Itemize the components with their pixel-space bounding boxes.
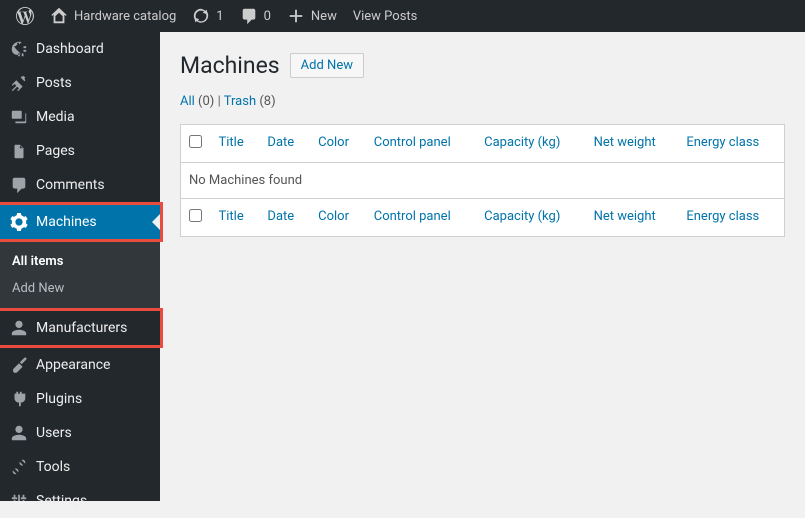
col-net-weight[interactable]: Net weight: [586, 199, 679, 237]
menu-label: Machines: [36, 214, 97, 230]
highlight-machines: Machines: [0, 202, 163, 242]
col-date[interactable]: Date: [259, 125, 310, 163]
menu-dashboard[interactable]: Dashboard: [0, 32, 160, 66]
new-link[interactable]: New: [279, 7, 345, 25]
menu-label: Pages: [36, 143, 75, 159]
comment-icon: [240, 7, 258, 25]
site-name-link[interactable]: Hardware catalog: [42, 7, 184, 25]
col-color[interactable]: Color: [310, 125, 366, 163]
comments-count: 0: [264, 9, 271, 24]
select-all-bottom[interactable]: [189, 209, 202, 222]
filter-all[interactable]: All: [180, 94, 195, 109]
new-label: New: [311, 9, 337, 24]
comments-link[interactable]: 0: [232, 7, 279, 25]
updates-link[interactable]: 1: [184, 7, 231, 25]
wrench-icon: [10, 458, 28, 476]
view-posts-label: View Posts: [353, 9, 418, 24]
wordpress-icon: [16, 7, 34, 25]
add-new-button[interactable]: Add New: [290, 53, 364, 78]
menu-posts[interactable]: Posts: [0, 66, 160, 100]
col-color[interactable]: Color: [310, 199, 366, 237]
dashboard-icon: [10, 40, 28, 58]
home-icon: [50, 7, 68, 25]
col-title[interactable]: Title: [211, 199, 260, 237]
view-posts-link[interactable]: View Posts: [345, 9, 426, 24]
no-items-text: No Machines found: [181, 163, 785, 199]
person-icon: [10, 319, 28, 337]
brush-icon: [10, 356, 28, 374]
filter-all-count: (0): [198, 94, 214, 109]
comment-icon: [10, 176, 28, 194]
updates-count: 1: [216, 9, 223, 24]
col-net-weight[interactable]: Net weight: [586, 125, 679, 163]
menu-manufacturers[interactable]: Manufacturers: [0, 311, 160, 345]
menu-media[interactable]: Media: [0, 100, 160, 134]
select-all-top[interactable]: [189, 135, 202, 148]
update-icon: [192, 7, 210, 25]
filter-trash[interactable]: Trash: [224, 94, 256, 109]
site-name-text: Hardware catalog: [74, 9, 176, 24]
menu-label: Plugins: [36, 391, 82, 407]
page-title: Machines: [180, 52, 280, 79]
menu-label: Settings: [36, 493, 87, 509]
col-control-panel[interactable]: Control panel: [366, 199, 476, 237]
menu-label: Media: [36, 109, 75, 125]
menu-appearance[interactable]: Appearance: [0, 348, 160, 382]
menu-label: Appearance: [36, 357, 110, 373]
list-filters: All (0) | Trash (8): [180, 94, 785, 109]
plus-icon: [287, 7, 305, 25]
submenu-all-items[interactable]: All items: [0, 248, 160, 275]
menu-label: Comments: [36, 177, 105, 193]
main-content: Machines Add New All (0) | Trash (8) Tit…: [160, 32, 805, 501]
menu-settings[interactable]: Settings: [0, 484, 160, 518]
col-control-panel[interactable]: Control panel: [366, 125, 476, 163]
col-checkbox: [181, 125, 211, 163]
users-icon: [10, 424, 28, 442]
submenu-add-new[interactable]: Add New: [0, 275, 160, 302]
media-icon: [10, 108, 28, 126]
col-checkbox: [181, 199, 211, 237]
plugin-icon: [10, 390, 28, 408]
col-energy-class[interactable]: Energy class: [678, 125, 784, 163]
menu-label: Manufacturers: [36, 320, 127, 336]
no-items-row: No Machines found: [181, 163, 785, 199]
highlight-manufacturers: Manufacturers: [0, 308, 163, 348]
gear-icon: [10, 213, 28, 231]
filter-trash-count: (8): [259, 94, 275, 109]
menu-plugins[interactable]: Plugins: [0, 382, 160, 416]
col-capacity[interactable]: Capacity (kg): [476, 125, 585, 163]
admin-bar: Hardware catalog 1 0 New View Posts: [0, 0, 805, 32]
pin-icon: [10, 74, 28, 92]
menu-label: Dashboard: [36, 41, 104, 57]
col-title[interactable]: Title: [211, 125, 260, 163]
menu-machines[interactable]: Machines: [0, 205, 160, 239]
wp-logo[interactable]: [8, 7, 42, 25]
col-date[interactable]: Date: [259, 199, 310, 237]
col-capacity[interactable]: Capacity (kg): [476, 199, 585, 237]
menu-pages[interactable]: Pages: [0, 134, 160, 168]
col-energy-class[interactable]: Energy class: [678, 199, 784, 237]
items-table: Title Date Color Control panel Capacity …: [180, 124, 785, 237]
menu-label: Tools: [36, 459, 70, 475]
page-icon: [10, 142, 28, 160]
submenu-machines: All items Add New: [0, 242, 160, 308]
sliders-icon: [10, 492, 28, 510]
admin-sidebar: Dashboard Posts Media Pages Comments Mac…: [0, 32, 160, 501]
menu-users[interactable]: Users: [0, 416, 160, 450]
menu-label: Posts: [36, 75, 72, 91]
menu-label: Users: [36, 425, 72, 441]
menu-tools[interactable]: Tools: [0, 450, 160, 484]
menu-comments[interactable]: Comments: [0, 168, 160, 202]
